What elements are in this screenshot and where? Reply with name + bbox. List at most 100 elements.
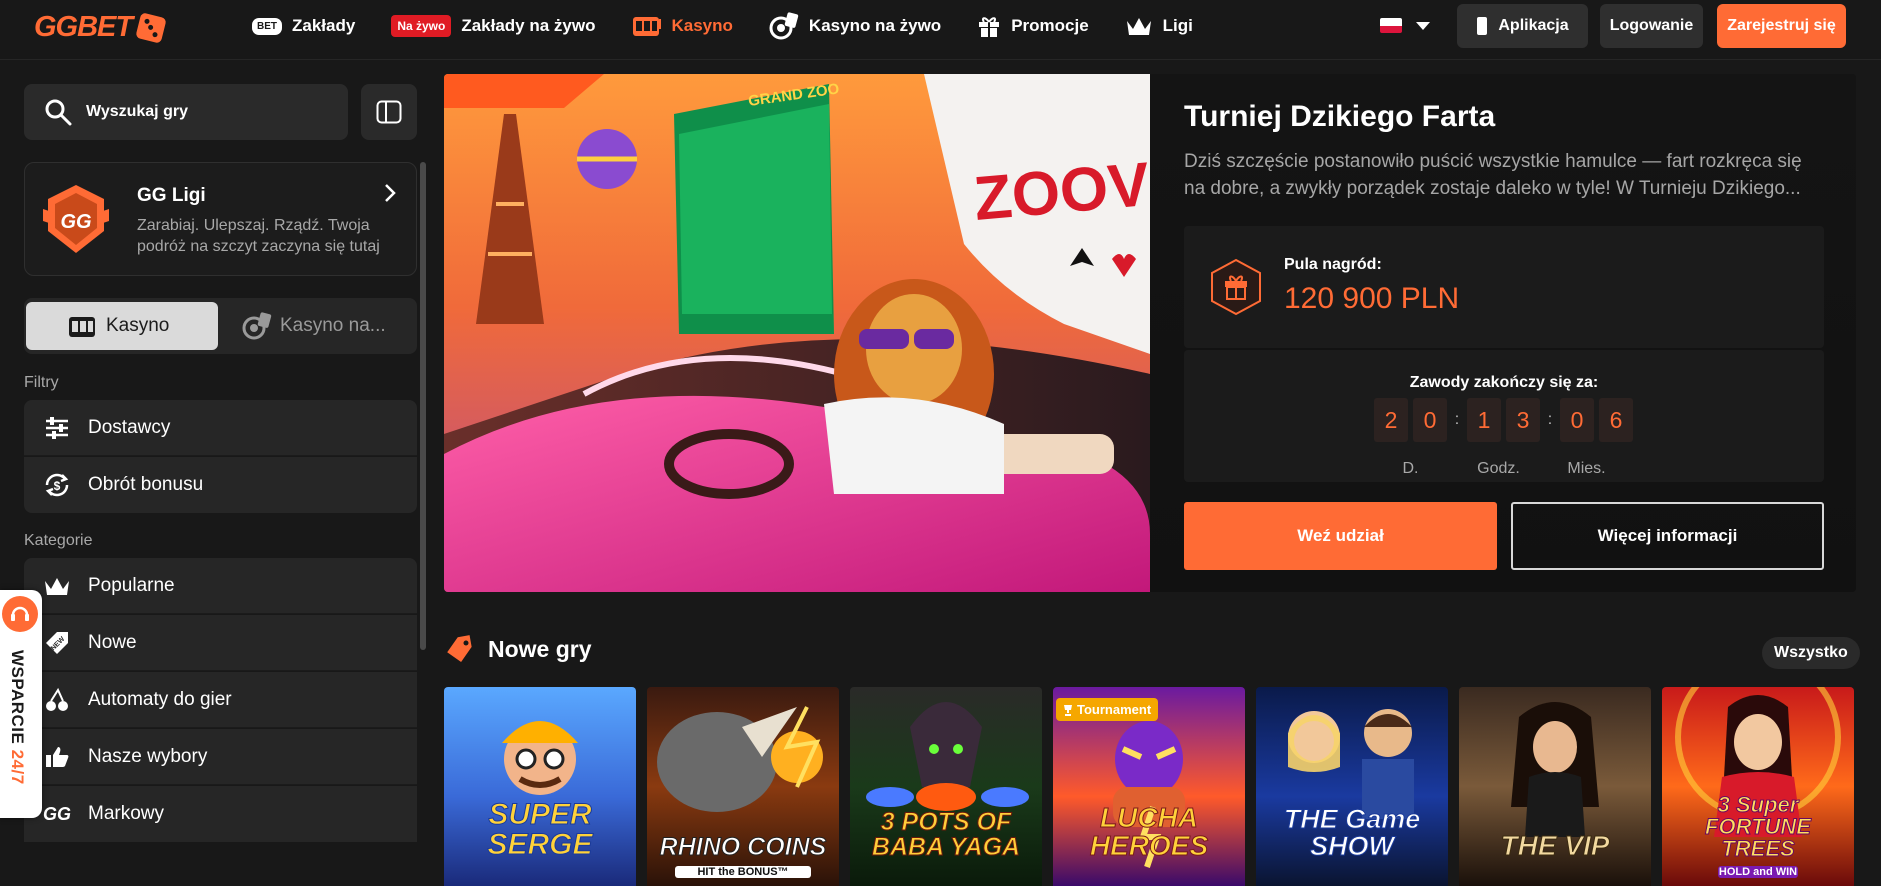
game-tile[interactable]: Tournament LUCHA HEROES	[1053, 687, 1245, 886]
filter-label: Obrót bonusu	[88, 474, 204, 495]
filter-providers[interactable]: Dostawcy	[24, 400, 417, 456]
new-games-title: Nowe gry	[488, 635, 592, 662]
nav-label: Kasyno na żywo	[808, 16, 942, 35]
game-title: 3 POTS OF BABA YAGA	[871, 808, 1021, 861]
search-input[interactable]: Wyszukaj gry	[24, 84, 348, 140]
search-placeholder: Wyszukaj gry	[86, 103, 188, 120]
ggbet-logo[interactable]: GGBET	[34, 11, 167, 44]
categories-label: Kategorie	[24, 532, 93, 549]
category-label: Nasze wybory	[88, 745, 208, 767]
bet-badge-icon: BET	[252, 17, 282, 35]
live-badge-icon: Na żywo	[391, 15, 452, 37]
login-button[interactable]: Logowanie	[1600, 4, 1703, 48]
game-tile[interactable]: THE VIP	[1459, 687, 1651, 886]
top-header: GGBET BET Zakłady Na żywo Zakłady na żyw…	[0, 0, 1881, 60]
category-popular[interactable]: Popularne	[24, 558, 417, 614]
tournament-banner: GRAND ZOO ZOOV Turniej Dzikiego Farta Dz…	[444, 74, 1856, 592]
countdown-unit-hours: Godz.	[1477, 460, 1520, 477]
game-title: THE Game SHOW	[1283, 804, 1421, 861]
tournament-banner-image[interactable]: GRAND ZOO ZOOV	[444, 74, 1150, 592]
crown-icon	[42, 575, 72, 597]
category-our-picks[interactable]: Nasze wybory	[24, 729, 417, 785]
category-new[interactable]: NEW Nowe	[24, 615, 417, 671]
category-branded[interactable]: GG Markowy	[24, 786, 417, 842]
category-label: Automaty do gier	[88, 688, 232, 710]
nav-label: Zakłady	[292, 16, 356, 35]
nav-item-bets[interactable]: BET Zakłady	[252, 16, 355, 36]
sidebar-scrollbar[interactable]	[420, 162, 426, 650]
game-title: RHINO COINS	[659, 833, 827, 861]
thumbs-up-icon	[42, 745, 72, 769]
countdown-label: Zawody zakończy się za:	[1409, 374, 1599, 391]
gg-brand-icon: GG	[42, 804, 72, 825]
countdown-digit: 6	[1599, 398, 1633, 442]
game-tile[interactable]: THE Game SHOW	[1256, 687, 1448, 886]
game-tile[interactable]: 3 POTS OF BABA YAGA	[850, 687, 1042, 886]
nav-item-casino[interactable]: Kasyno	[632, 14, 733, 38]
countdown-timer: 2 0 : 1 3 : 0 6	[1374, 398, 1638, 442]
gift-icon	[977, 14, 1001, 38]
slot-machine-icon	[632, 14, 662, 38]
app-button[interactable]: Aplikacja	[1457, 4, 1588, 48]
dice-icon	[135, 11, 167, 44]
cherries-icon	[42, 687, 72, 713]
game-tile[interactable]: SUPER SERGE	[444, 687, 636, 886]
chevron-down-icon	[1416, 21, 1430, 30]
nav-item-promotions[interactable]: Promocje	[977, 14, 1089, 38]
tournament-description: Dziś szczęście postanowiło puścić wszyst…	[1184, 151, 1802, 199]
nav-label: Ligi	[1162, 16, 1193, 35]
search-icon	[45, 99, 72, 126]
filters-label: Filtry	[24, 374, 59, 391]
tournament-badge-label: Tournament	[1077, 702, 1152, 717]
join-tournament-button[interactable]: Weź udział	[1184, 502, 1497, 570]
register-button[interactable]: Zarejestruj się	[1717, 4, 1846, 48]
countdown-unit-third: Mies.	[1567, 460, 1606, 477]
category-slots[interactable]: Automaty do gier	[24, 672, 417, 728]
live-casino-icon	[242, 312, 272, 340]
language-selector[interactable]	[1380, 18, 1430, 33]
gg-badge-text: GG	[60, 211, 91, 233]
support-text: WSPARCIE	[8, 650, 27, 750]
game-tile[interactable]: 3 Super FORTUNE TREES HOLD and WIN	[1662, 687, 1854, 886]
more-info-button[interactable]: Więcej informacji	[1511, 502, 1824, 570]
poland-flag-icon	[1380, 18, 1402, 33]
nav-label: Zakłady na żywo	[461, 16, 596, 35]
nav-label: Promocje	[1011, 16, 1089, 35]
tab-live-casino[interactable]: Kasyno na...	[230, 302, 416, 350]
tab-casino[interactable]: Kasyno	[26, 302, 218, 350]
countdown-digit: 0	[1560, 398, 1594, 442]
sliders-icon	[42, 416, 72, 440]
nav-item-live-casino[interactable]: Kasyno na żywo	[769, 12, 941, 40]
countdown-digit: 3	[1506, 398, 1540, 442]
support-widget[interactable]: WSPARCIE 24/7	[0, 590, 42, 818]
nav-item-live-bets[interactable]: Na żywo Zakłady na żywo	[391, 15, 596, 37]
gg-card-description: Zarabiaj. Ulepszaj. Rządź. Twoja podróż …	[137, 217, 380, 255]
slot-machine-icon	[69, 317, 95, 337]
sidebar-toggle-button[interactable]	[361, 84, 417, 140]
game-subtitle: HOLD and WIN	[1718, 866, 1798, 878]
new-tag-icon: NEW	[42, 629, 72, 657]
countdown-digit: 1	[1467, 398, 1501, 442]
countdown-digit: 0	[1413, 398, 1447, 442]
view-all-button[interactable]: Wszystko	[1762, 637, 1860, 669]
category-label: Nowe	[88, 631, 137, 653]
support-label: WSPARCIE 24/7	[7, 650, 27, 785]
game-tile[interactable]: RHINO COINS HIT the BONUS™	[647, 687, 839, 886]
casino-tabs: Kasyno Kasyno na...	[24, 298, 417, 354]
chevron-right-icon	[384, 183, 396, 208]
nav-label: Kasyno	[671, 16, 733, 35]
tab-casino-label: Kasyno	[106, 315, 170, 336]
tournament-badge: Tournament	[1056, 698, 1159, 721]
filter-label: Dostawcy	[88, 416, 171, 438]
new-tag-icon	[447, 635, 472, 662]
nav-item-leagues[interactable]: Ligi	[1125, 15, 1193, 37]
gift-hexagon-icon	[1210, 258, 1262, 321]
gg-leagues-card[interactable]: GG GG Ligi Zarabiaj. Ulepszaj. Rządź. Tw…	[24, 162, 417, 276]
filter-bonus-wagering[interactable]: $ Obrót bonusu	[24, 457, 417, 513]
trophy-icon	[1064, 704, 1072, 716]
main-nav: BET Zakłady Na żywo Zakłady na żywo Kasy…	[252, 0, 1229, 52]
category-label: Popularne	[88, 574, 175, 596]
bonus-cycle-icon: $	[42, 471, 72, 499]
tournament-title: Turniej Dzikiego Farta	[1184, 100, 1496, 133]
gg-brand-icon-text: GG	[42, 803, 71, 824]
